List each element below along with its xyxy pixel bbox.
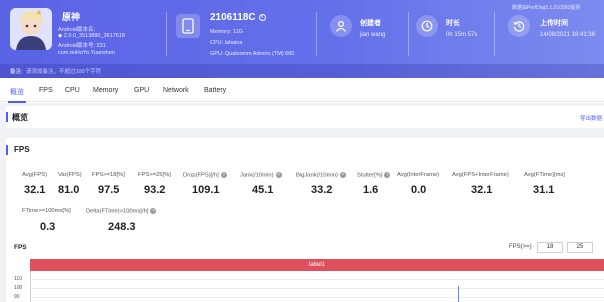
app-version-name: ◆ 2.0.0_3513880_3617618: [58, 33, 125, 39]
app-package: com.miHoYo.Yuanshen: [58, 50, 115, 56]
metric-label: BigJank(/10min)?: [296, 172, 346, 179]
provider-note: 数据由PerfDog5.1.210393提供: [512, 5, 581, 11]
help-icon[interactable]: ?: [275, 172, 282, 178]
tab-overview[interactable]: 概览: [10, 87, 24, 97]
game-character-icon: [10, 8, 52, 50]
tab-fps[interactable]: FPS: [39, 87, 53, 94]
creator-value: jian wang: [360, 32, 386, 38]
metric-label: FPS>=18[%]: [92, 172, 125, 178]
header-divider: [408, 12, 409, 56]
info-icon[interactable]: i: [258, 13, 266, 21]
gridline: [30, 297, 604, 298]
device-model-text: 2106118C: [210, 12, 256, 23]
help-icon[interactable]: ?: [339, 172, 346, 178]
gridline: [30, 288, 604, 289]
app-version-code: Android版本号: 231: [58, 43, 106, 49]
overview-panel: [6, 106, 604, 128]
metric-label: Delta(FTime)>100ms[/h]?: [86, 208, 157, 215]
metric-value: 109.1: [192, 184, 220, 196]
metric-label: FTime>=100ms[%]: [22, 208, 71, 214]
metric-value: 32.1: [471, 184, 493, 196]
metric-label-text: Jank(/10min): [240, 172, 274, 179]
metric-value: 45.1: [252, 184, 274, 196]
header-divider: [494, 12, 495, 56]
metric-label: Avg(FPS+InterFrame): [452, 172, 509, 178]
fps-threshold-label: FPS(>=): [509, 244, 532, 250]
section-marker: [6, 112, 8, 122]
phone-icon: [176, 14, 200, 38]
tab-battery[interactable]: Battery: [204, 87, 226, 94]
metric-value: 0.0: [411, 184, 427, 196]
device-memory: Memory: 11G: [210, 29, 243, 35]
metric-value: 97.5: [98, 184, 120, 196]
metric-label: Stutter[%]?: [357, 172, 391, 179]
perfdog-report: 数据由PerfDog5.1.210393提供 原神 Android版本名: ◆ …: [0, 0, 604, 302]
metric-label-text: Drop(FPS)[/h]: [183, 172, 219, 179]
fps-chart-title: FPS: [14, 244, 27, 251]
metric-value: 31.1: [533, 184, 555, 196]
upload-label: 上传时间: [540, 20, 568, 27]
metric-label: Avg(FTime)[ms]: [524, 172, 565, 178]
metric-label: Drop(FPS)[/h]?: [183, 172, 227, 179]
metric-label: Avg(FPS): [22, 172, 48, 178]
duration-value: 0h 15m 57s: [446, 32, 478, 38]
metric-label-text: Stutter[%]: [357, 172, 383, 179]
app-version-name-label: Android版本名:: [58, 27, 95, 33]
help-icon[interactable]: ?: [150, 208, 157, 214]
overview-title: 概览: [12, 113, 28, 122]
help-icon[interactable]: ?: [384, 172, 391, 178]
header-divider: [316, 12, 317, 56]
metric-value: 248.3: [108, 221, 136, 233]
fps-series-spike: [458, 286, 459, 302]
user-icon: [330, 15, 352, 37]
clock-icon: [416, 15, 438, 37]
metric-value: 81.0: [58, 184, 80, 196]
metric-value: 93.2: [144, 184, 166, 196]
y-axis-line: [30, 271, 31, 302]
report-header: 数据由PerfDog5.1.210393提供 原神 Android版本名: ◆ …: [0, 0, 604, 78]
app-name: 原神: [62, 12, 81, 22]
metric-value: 33.2: [311, 184, 333, 196]
fps-threshold-min-input[interactable]: 18: [537, 242, 563, 253]
gridline: [30, 279, 604, 280]
header-divider: [166, 12, 167, 56]
export-data-link[interactable]: 导出数据: [580, 114, 602, 122]
metric-label-text: BigJank(/10min): [296, 172, 338, 179]
device-cpu: CPU: lahaina: [210, 40, 243, 46]
metric-label: Var(FPS): [58, 172, 82, 178]
upload-value: 14/08/2021 16:41:36: [540, 32, 596, 38]
tab-cpu[interactable]: CPU: [65, 87, 80, 94]
metric-value: 0.3: [40, 221, 56, 233]
metric-label: FPS>=25[%]: [138, 172, 171, 178]
duration-label: 时长: [446, 20, 460, 27]
metric-value: 32.1: [24, 184, 46, 196]
device-model: 2106118C i: [210, 12, 266, 23]
note-input[interactable]: 请添加备注，不超过100个字符: [26, 67, 101, 75]
fps-threshold-max-input[interactable]: 25: [567, 242, 593, 253]
y-axis-tick: 90: [14, 294, 20, 300]
label-marker-bar[interactable]: label1: [30, 259, 604, 271]
y-axis-tick: 110: [14, 276, 22, 282]
tab-bar: 概览 FPS CPU Memory GPU Network Battery: [0, 84, 604, 102]
tab-gpu[interactable]: GPU: [134, 87, 149, 94]
history-icon: [508, 15, 530, 37]
section-marker: [6, 145, 8, 155]
metric-label: Avg(InterFrame): [397, 172, 440, 178]
metric-value: 1.6: [363, 184, 379, 196]
note-label: 备注:: [10, 69, 23, 75]
creator-label: 创建者: [360, 20, 381, 27]
fps-panel: [6, 138, 604, 302]
metric-label-text: Delta(FTime)>100ms[/h]: [86, 208, 149, 215]
help-icon[interactable]: ?: [220, 172, 227, 178]
y-axis-tick: 100: [14, 285, 23, 291]
fps-section-title: FPS: [14, 145, 30, 154]
tab-network[interactable]: Network: [163, 87, 189, 94]
device-gpu: GPU: Qualcomm Adreno (TM) 660: [210, 51, 295, 57]
metric-label: Jank(/10min)?: [240, 172, 282, 179]
tab-memory[interactable]: Memory: [93, 87, 118, 94]
